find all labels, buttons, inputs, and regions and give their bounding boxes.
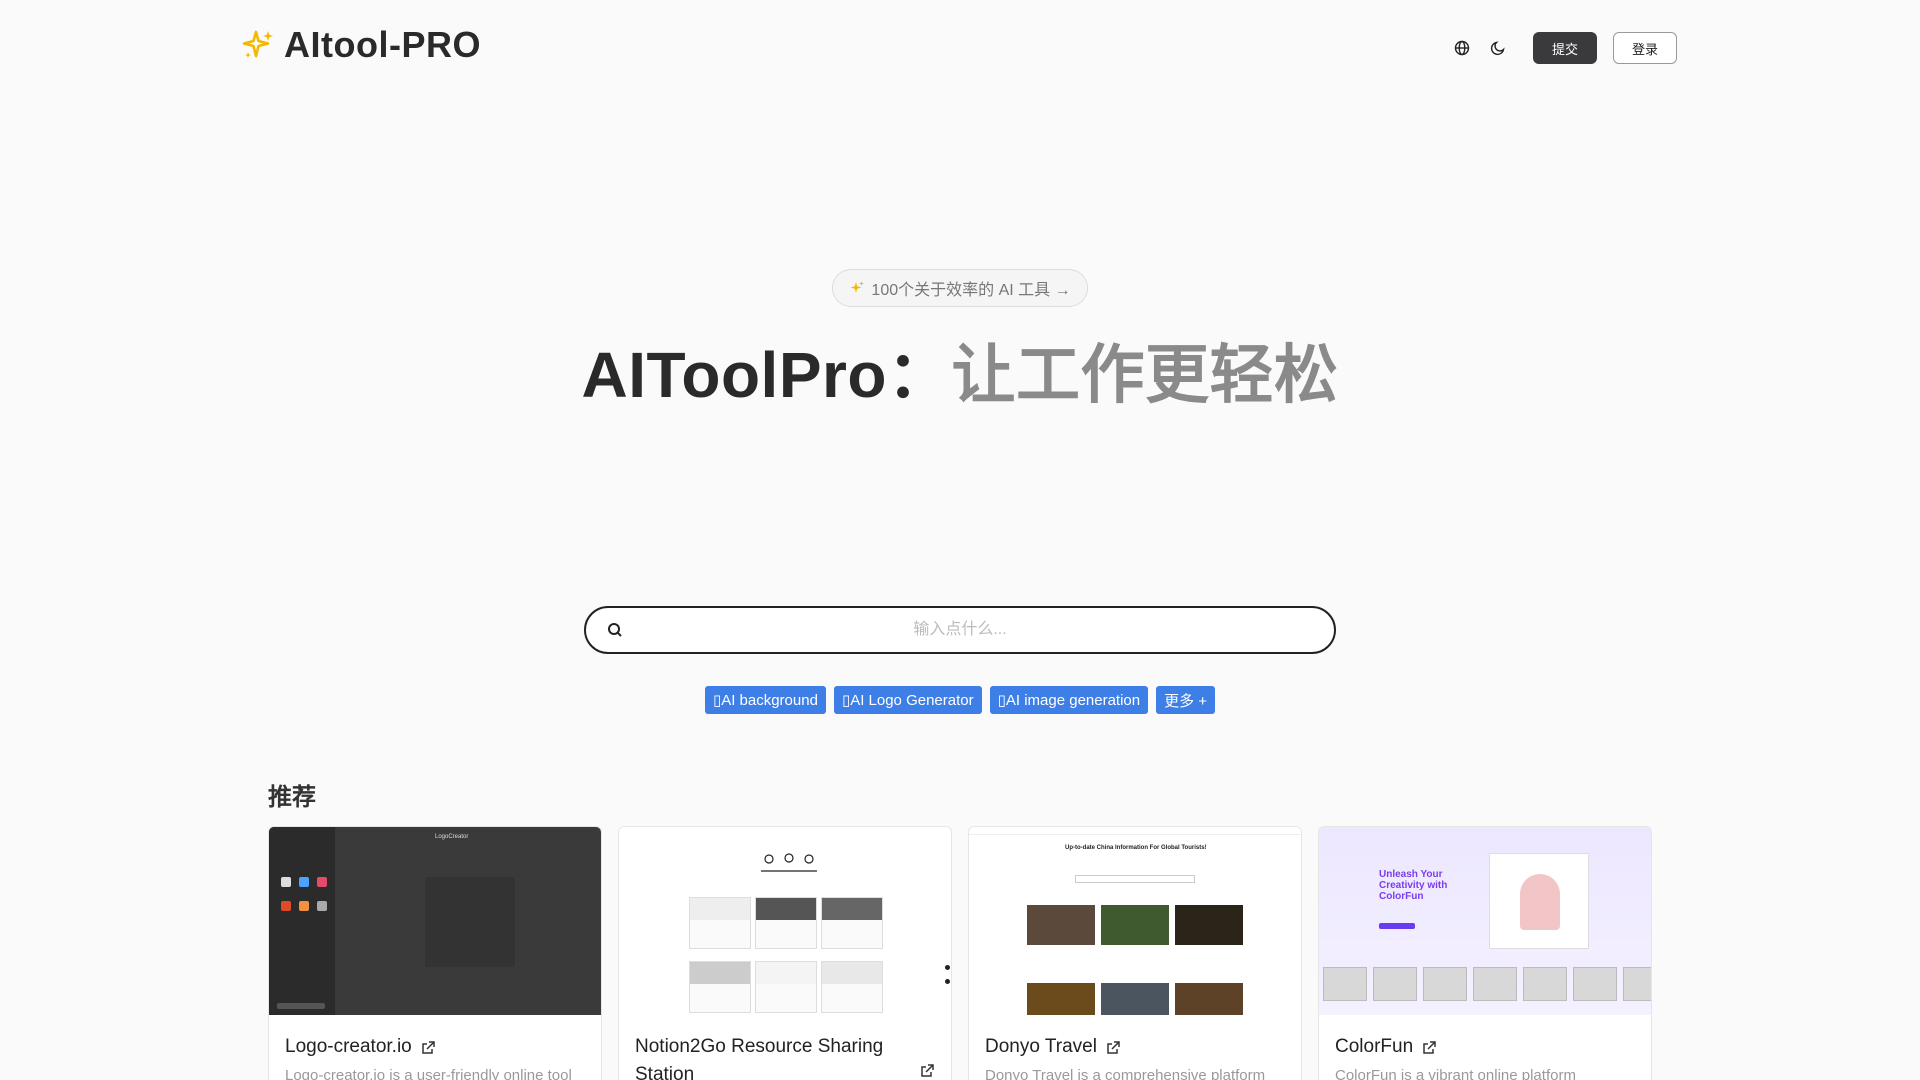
logo-creator-brand: LogoCreator (435, 834, 469, 840)
tag-ai-logo-generator[interactable]: ▯AI Logo Generator (833, 686, 982, 714)
sparkle-icon (850, 281, 865, 293)
external-link-icon[interactable] (420, 1040, 436, 1056)
card-description: Logo-creator.io is a user-friendly onlin… (285, 1067, 572, 1080)
page-title-secondary: 让工作更轻松 (951, 339, 1339, 411)
external-link-icon[interactable] (919, 1063, 935, 1079)
colorfun-heading: Unleash Your Creativity with ColorFun (1379, 869, 1448, 902)
dark-mode-moon-icon[interactable] (1487, 37, 1509, 59)
tool-card-donyo-travel[interactable]: Up-to-date China Information For Global … (968, 826, 1302, 1080)
donyo-heading: Up-to-date China Information For Global … (1065, 845, 1207, 851)
external-link-icon[interactable] (1421, 1040, 1437, 1056)
sparkle-icon (242, 30, 273, 58)
tool-card-colorfun[interactable]: Unleash Your Creativity with ColorFun Co… (1318, 826, 1652, 1080)
tag-ai-background[interactable]: ▯AI background (704, 686, 826, 714)
card-description: ColorFun is a vibrant online platform (1335, 1067, 1576, 1080)
card-title[interactable]: Notion2Go Resource Sharing Station (635, 1033, 911, 1080)
recommended-cards: LogoCreator Logo-creator.io Logo-creator… (268, 826, 1652, 1080)
card-thumbnail: Unleash Your Creativity with ColorFun (1319, 827, 1651, 1015)
search-bar (584, 606, 1336, 654)
external-link-icon[interactable] (1105, 1040, 1121, 1056)
card-title[interactable]: ColorFun (1335, 1033, 1413, 1061)
page-title: AIToolPro：让工作更轻松 (0, 324, 1920, 416)
card-title[interactable]: Donyo Travel (985, 1033, 1097, 1061)
search-icon (608, 623, 622, 637)
quick-tags: ▯AI background ▯AI Logo Generator ▯AI im… (0, 686, 1920, 714)
login-button[interactable]: 登录 (1613, 32, 1677, 64)
submit-button[interactable]: 提交 (1533, 32, 1597, 64)
page-title-primary: AIToolPro： (581, 339, 952, 411)
tool-card-logo-creator[interactable]: LogoCreator Logo-creator.io Logo-creator… (268, 826, 602, 1080)
section-title-recommended: 推荐 (268, 784, 316, 811)
language-globe-icon[interactable] (1451, 37, 1473, 59)
card-thumbnail: Up-to-date China Information For Global … (969, 827, 1301, 1015)
hero-badge-text: 100个关于效率的 AI 工具 → (871, 282, 1071, 299)
brand-name: AItool-PRO (284, 24, 481, 65)
card-description: Donyo Travel is a comprehensive platform (985, 1067, 1266, 1080)
header-actions: 提交 登录 (1451, 32, 1677, 64)
tag-ai-image-generation[interactable]: ▯AI image generation (989, 686, 1149, 714)
card-thumbnail (619, 827, 951, 1015)
tag-more[interactable]: 更多 + (1156, 686, 1216, 714)
tool-card-notion2go[interactable]: Notion2Go Resource Sharing Station (618, 826, 952, 1080)
hero-badge[interactable]: 100个关于效率的 AI 工具 → (832, 269, 1088, 307)
header: AItool-PRO 提交 登录 (0, 0, 1920, 92)
card-title[interactable]: Logo-creator.io (285, 1033, 412, 1061)
card-thumbnail: LogoCreator (269, 827, 601, 1015)
search-input[interactable] (586, 608, 1334, 652)
brand-logo[interactable]: AItool-PRO (242, 24, 481, 66)
